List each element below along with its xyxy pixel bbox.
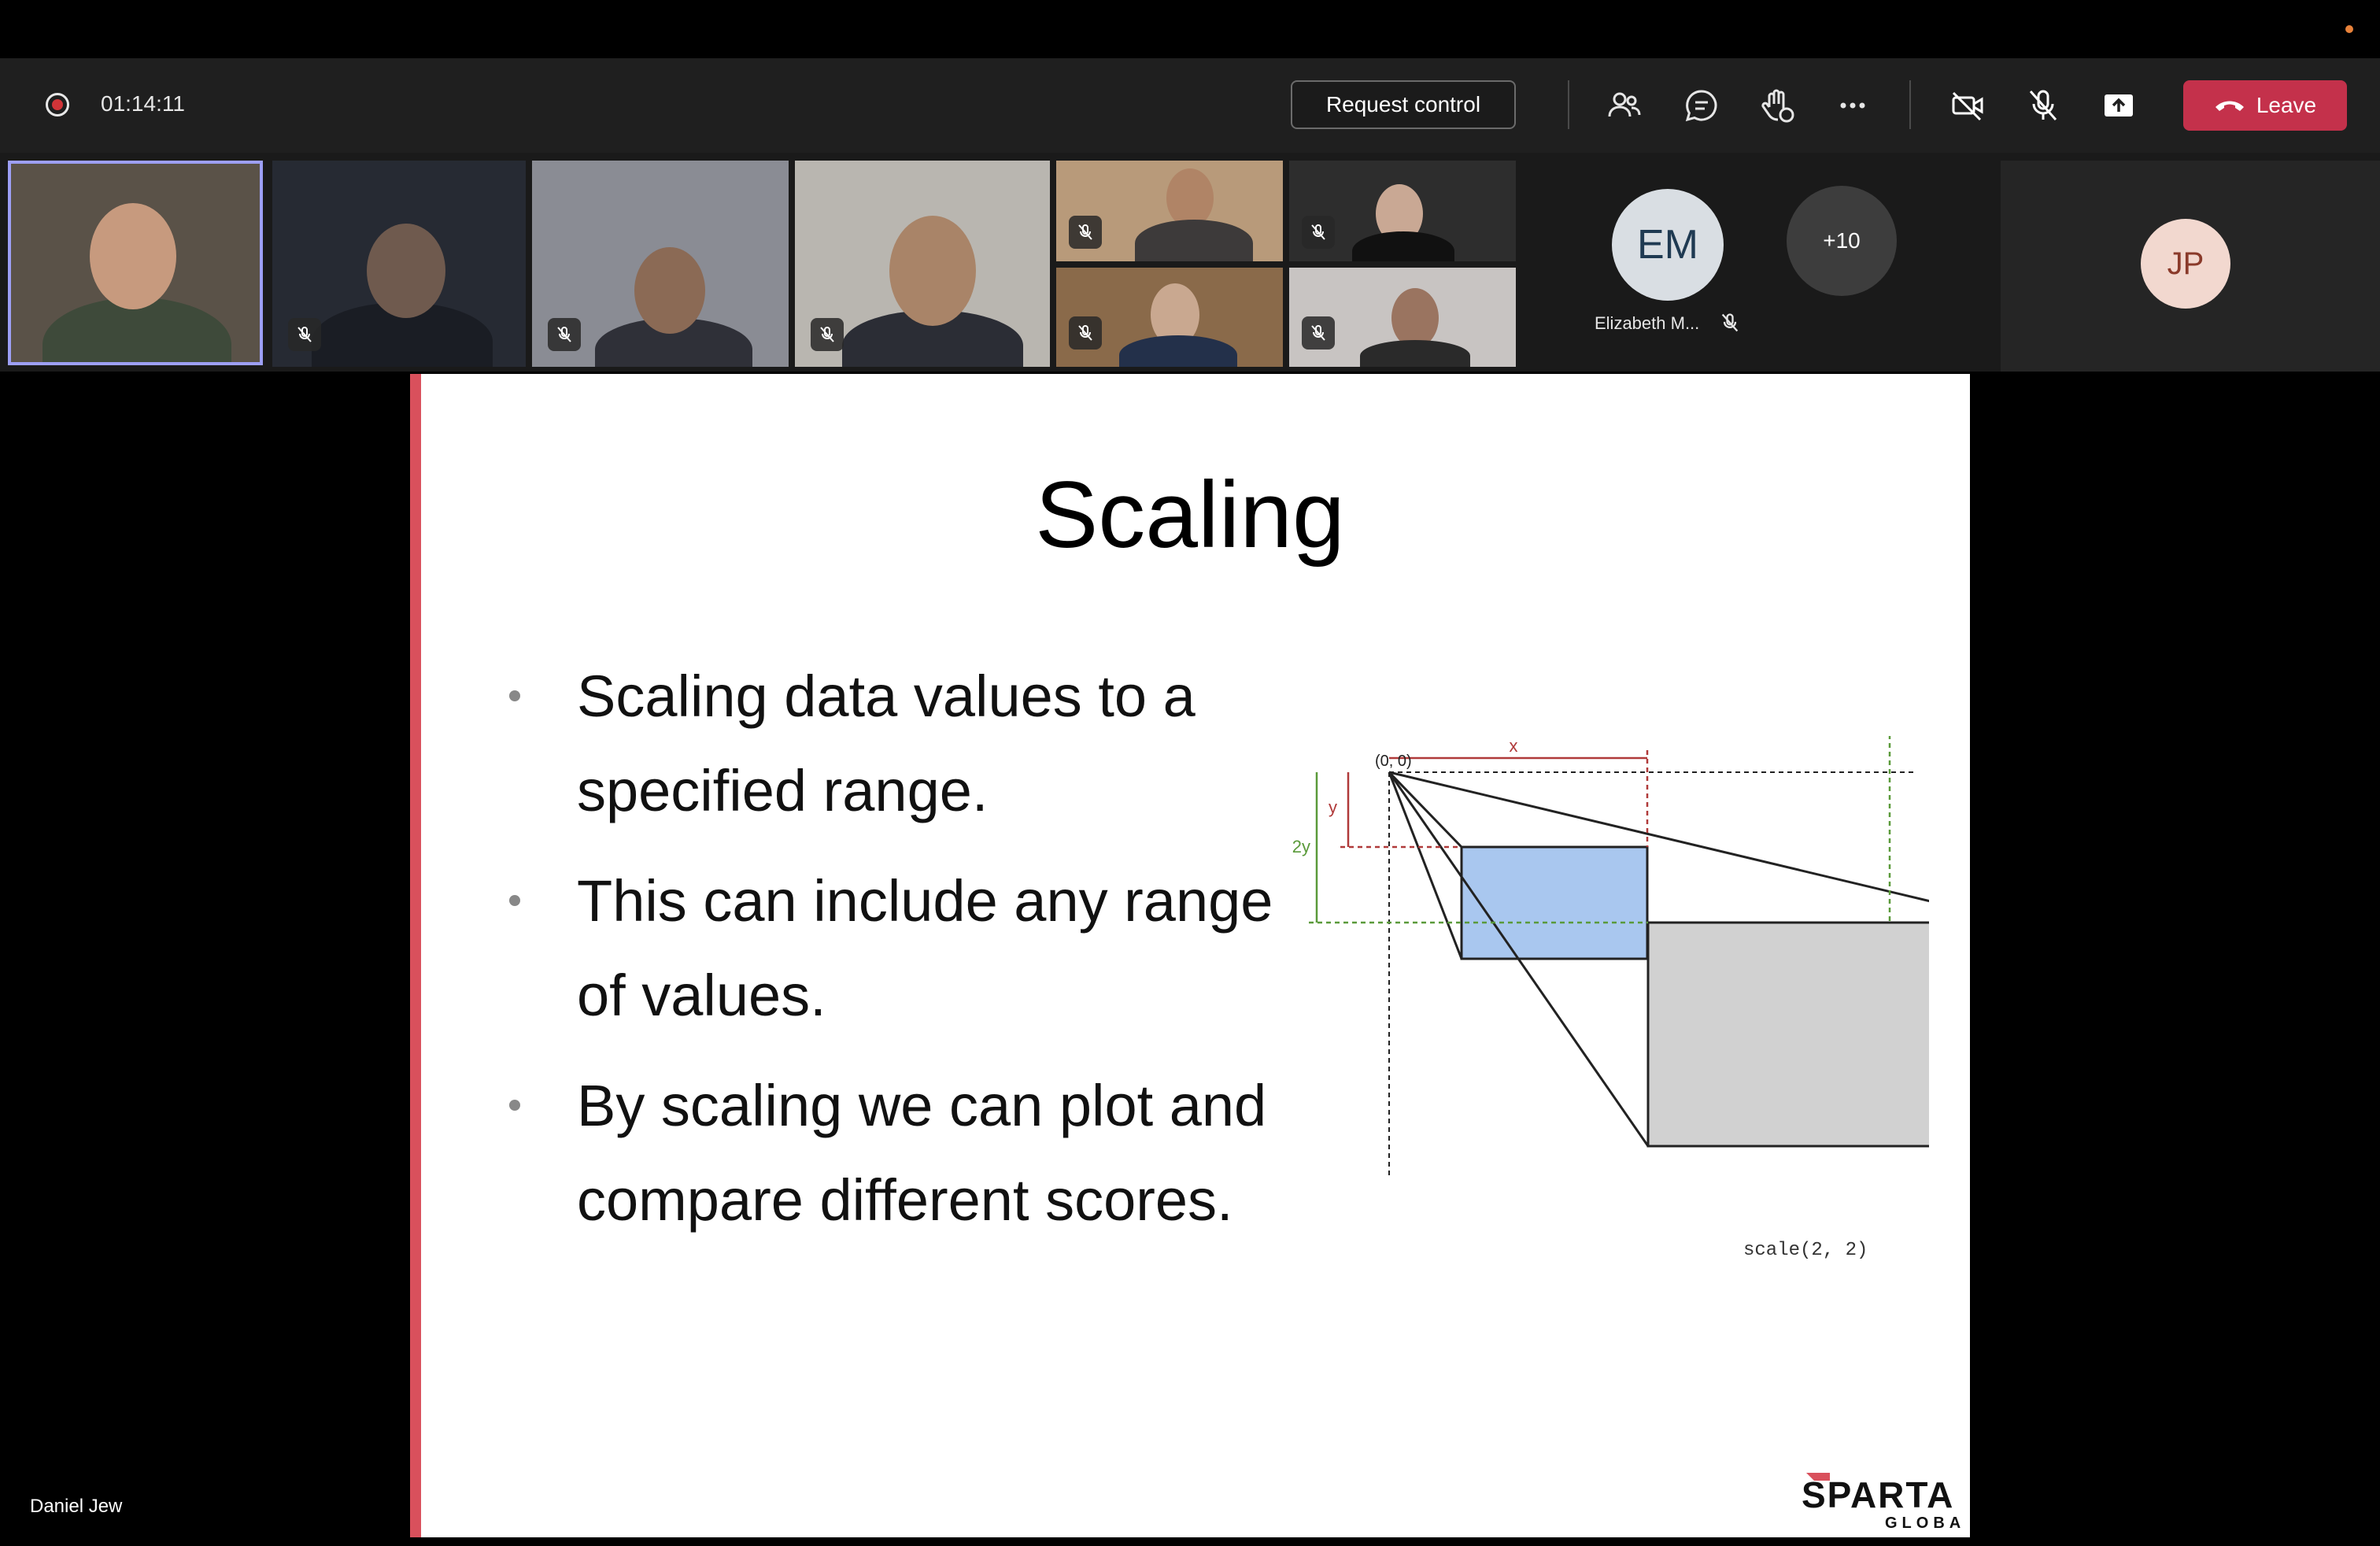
slide-title: Scaling (1035, 462, 1345, 568)
avatar-jp[interactable]: JP (2141, 219, 2230, 309)
muted-indicator (548, 318, 581, 351)
share-icon[interactable] (2100, 87, 2138, 124)
mic-off-icon (1078, 325, 1092, 341)
toolbar-divider (1909, 80, 1911, 129)
participant-face (889, 216, 976, 326)
sparta-global-logo: SPARTA GLOBAL (1802, 1473, 1964, 1532)
muted-indicator (811, 318, 844, 351)
camera-off-icon[interactable] (1949, 87, 1986, 124)
participant-video-tile[interactable] (272, 161, 526, 367)
participant-video-tile[interactable] (1056, 161, 1283, 261)
notification-dot (2345, 25, 2353, 33)
hang-up-icon (2215, 101, 2244, 111)
participant-video-tile[interactable] (1289, 268, 1516, 367)
mic-off-icon (1311, 224, 1325, 240)
leave-button[interactable]: Leave (2183, 80, 2347, 131)
mic-off-icon (1078, 224, 1092, 240)
muted-indicator (288, 318, 321, 351)
mic-off-icon (1719, 312, 1741, 334)
participant-video-tile[interactable] (795, 161, 1050, 367)
participant-body (1119, 335, 1237, 367)
logo-subtext: GLOBAL (1885, 1515, 1964, 1532)
people-icon[interactable] (1606, 87, 1643, 124)
scaling-diagram: 2x x (0, 0) y 2y (1292, 736, 1929, 1177)
participant-video-tile[interactable] (8, 161, 263, 365)
participant-video-tile[interactable] (1056, 268, 1283, 367)
label-x: x (1510, 736, 1518, 756)
participant-body (1360, 340, 1470, 367)
more-icon[interactable] (1834, 87, 1872, 124)
mic-off-icon (820, 327, 834, 342)
recording-icon (46, 93, 69, 117)
presentation-slide: Scaling Scaling data values to a specifi… (410, 374, 1970, 1537)
participant-name: Elizabeth M... (1595, 313, 1700, 333)
bullet-item: Scaling data values to a specified range… (504, 649, 1292, 838)
participant-body (1352, 231, 1454, 261)
request-control-button[interactable]: Request control (1291, 80, 1516, 129)
meeting-toolbar (0, 58, 2380, 153)
muted-indicator (1069, 216, 1102, 249)
participant-face (1166, 168, 1214, 227)
mic-off-icon (298, 327, 312, 342)
leave-label: Leave (2256, 93, 2317, 117)
original-rectangle (1460, 845, 1649, 960)
raise-hand-icon[interactable] (1758, 87, 1796, 124)
projection-line (1388, 771, 1463, 960)
label-origin: (0, 0) (1375, 753, 1412, 770)
participant-video-tile[interactable] (1289, 161, 1516, 261)
slide-bullets: Scaling data values to a specified range… (504, 649, 1292, 1263)
avatar-em[interactable]: EM (1612, 189, 1724, 301)
logo-text: SPARTA (1802, 1474, 1954, 1515)
mic-off-icon[interactable] (2024, 87, 2062, 124)
label-2y: 2y (1292, 837, 1310, 856)
participant-face (634, 247, 705, 334)
mic-off-icon (557, 327, 571, 342)
bullet-item: This can include any range of values. (504, 854, 1292, 1043)
participant-video-tile[interactable] (532, 161, 789, 367)
muted-indicator (1302, 316, 1335, 350)
presenter-name: Daniel Jew (30, 1496, 123, 1517)
mic-off-icon (1311, 325, 1325, 341)
label-y: y (1329, 797, 1337, 817)
diagram-caption: scale(2, 2) (1743, 1240, 1868, 1261)
participant-face (90, 203, 176, 309)
more-participants-button[interactable]: +10 (1787, 186, 1897, 296)
toolbar-divider (1568, 80, 1569, 129)
participant-face (367, 224, 445, 318)
bullet-item: By scaling we can plot and compare diffe… (504, 1059, 1292, 1248)
muted-indicator (1302, 216, 1335, 249)
muted-indicator (1069, 316, 1102, 350)
meeting-timer: 01:14:11 (101, 91, 185, 116)
participant-body (1135, 220, 1253, 261)
participant-face (1391, 288, 1439, 348)
projection-line (1388, 771, 1463, 849)
window-top-bar (0, 0, 2380, 58)
chat-icon[interactable] (1683, 87, 1720, 124)
scaled-rectangle (1646, 921, 1929, 1148)
